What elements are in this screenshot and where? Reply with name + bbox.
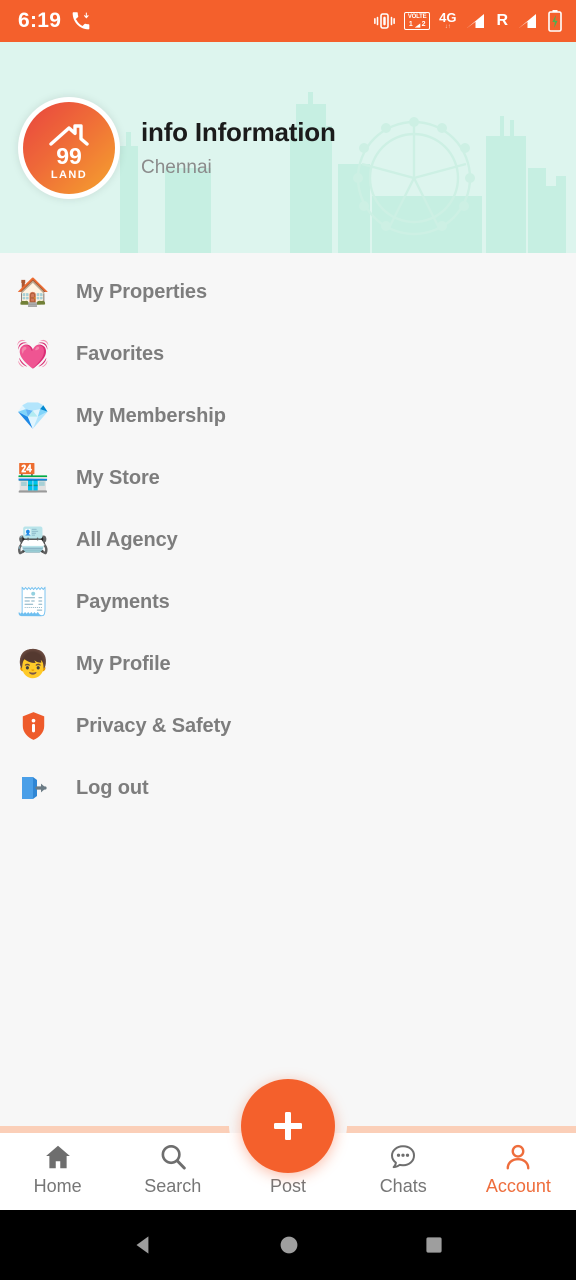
bottom-navigation: Home Search Post Chats Account [0,1079,576,1210]
status-bar-clock: 6:19 [18,9,62,32]
signal-sim1-icon [465,12,487,30]
nav-item-chats[interactable]: Chats [346,1133,461,1197]
post-fab-button[interactable] [241,1079,335,1173]
header-content: 99 LAND info Information Chennai [0,96,576,199]
99-land-logo: 99 LAND [23,101,115,194]
menu-item-my-membership[interactable]: 💎 My Membership [0,385,576,447]
receipt-icon: 🧾 [16,586,50,617]
menu-item-log-out[interactable]: Log out [0,757,576,819]
menu-item-label: Privacy & Safety [76,714,232,737]
volte-dual-sim-icon: VOLTE 1 2 [404,12,431,30]
menu-item-my-store[interactable]: 🏪 My Store [0,447,576,509]
square-icon [426,1237,442,1253]
home-button[interactable] [277,1233,301,1257]
profile-header: 99 LAND info Information Chennai [0,42,576,253]
shield-info-icon [16,709,50,743]
network-4g-icon: 4G ↓↑ [439,10,457,30]
nav-item-home[interactable]: Home [0,1133,115,1197]
svg-text:LAND: LAND [51,169,87,181]
signal-sim2-icon [517,12,539,30]
menu-item-label: My Membership [76,404,226,427]
heart-icon: 💓 [16,338,50,369]
menu-item-privacy-safety[interactable]: Privacy & Safety [0,695,576,757]
menu-item-all-agency[interactable]: 📇 All Agency [0,509,576,571]
recents-button[interactable] [422,1233,446,1257]
store-icon: 🏪 [16,462,50,493]
nav-item-label: Post [269,1176,307,1196]
page-title: info Information [141,116,336,147]
nav-item-label: Search [144,1176,202,1196]
card-index-icon: 📇 [16,524,50,555]
circle-icon [280,1236,298,1254]
home-icon [43,1142,73,1172]
gem-icon: 💎 [16,400,50,431]
nav-item-label: Home [33,1176,82,1196]
chat-bubble-icon [388,1142,418,1172]
menu-item-favorites[interactable]: 💓 Favorites [0,323,576,385]
status-bar-left: 6:19 [18,9,91,33]
plus-icon [274,1112,302,1140]
nav-item-search[interactable]: Search [115,1133,230,1197]
app-screen: 6:19 VOLTE 1 2 4G ↓↑ R 99 LAND info Info… [0,0,576,1280]
house-icon: 🏠 [16,276,50,307]
menu-item-label: Log out [76,776,149,799]
vibrate-icon [374,13,396,29]
battery-charging-icon [548,10,562,32]
menu-item-label: My Store [76,466,160,489]
logout-icon [16,771,50,805]
avatar[interactable]: 99 LAND [18,96,120,199]
status-bar: 6:19 VOLTE 1 2 4G ↓↑ R [0,0,576,42]
header-text-block: info Information Chennai [141,117,336,179]
back-button[interactable] [130,1232,156,1258]
nav-item-label: Account [485,1176,551,1196]
triangle-left-icon [136,1236,149,1254]
account-menu-list: 🏠 My Properties 💓 Favorites 💎 My Members… [0,253,576,1126]
svg-text:99: 99 [56,143,82,169]
menu-item-label: My Properties [76,280,207,303]
header-subtitle-city: Chennai [141,156,212,178]
roaming-icon: R [496,12,508,29]
nav-item-label: Chats [379,1176,427,1196]
menu-item-label: All Agency [76,528,178,551]
android-navigation-bar [0,1210,576,1280]
status-bar-right: VOLTE 1 2 4G ↓↑ R [374,10,562,32]
menu-item-my-properties[interactable]: 🏠 My Properties [0,261,576,323]
menu-item-label: My Profile [76,652,171,675]
person-icon: 👦 [16,648,50,679]
account-person-icon [503,1142,533,1172]
nav-item-account[interactable]: Account [461,1133,576,1197]
menu-item-payments[interactable]: 🧾 Payments [0,571,576,633]
missed-call-icon [71,11,91,31]
search-icon [158,1142,188,1172]
menu-item-label: Favorites [76,342,165,365]
menu-item-label: Payments [76,590,170,613]
menu-item-my-profile[interactable]: 👦 My Profile [0,633,576,695]
